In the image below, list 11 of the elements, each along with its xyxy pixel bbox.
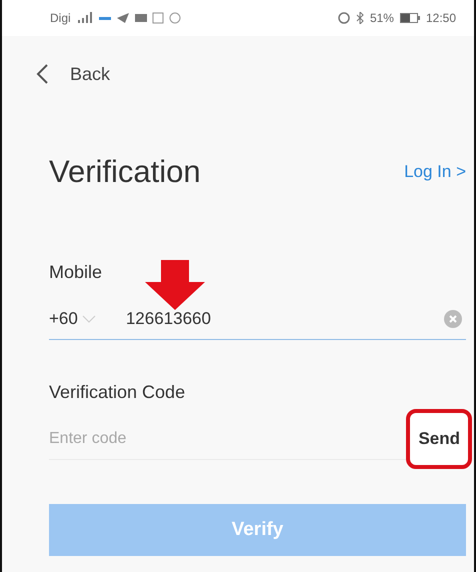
- page-title: Verification: [49, 154, 201, 190]
- clock-time: 12:50: [426, 11, 456, 25]
- back-button[interactable]: Back: [70, 64, 110, 84]
- code-label: Verification Code: [49, 382, 186, 403]
- country-code[interactable]: +60: [49, 309, 78, 329]
- phone-input-field[interactable]: 126613660: [126, 309, 444, 329]
- mobile-label: Mobile: [49, 262, 104, 283]
- battery-percent: 51%: [370, 11, 394, 25]
- carrier-text: Digi: [50, 11, 71, 25]
- code-input-field[interactable]: Enter code: [49, 430, 406, 448]
- login-link[interactable]: Log In >: [404, 162, 466, 182]
